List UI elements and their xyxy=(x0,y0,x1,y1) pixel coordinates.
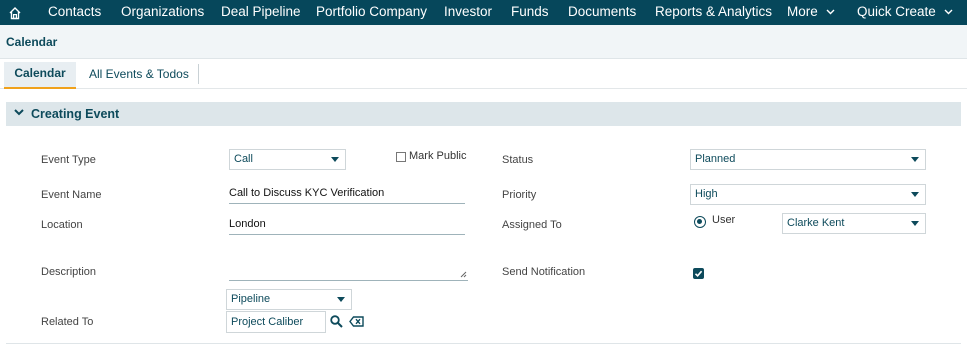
nav-investor[interactable]: Investor xyxy=(444,4,492,19)
send-notification-label: Send Notification xyxy=(502,266,586,278)
caret-down-icon xyxy=(911,221,919,226)
chevron-down-icon xyxy=(944,9,953,15)
caret-down-icon xyxy=(911,192,919,197)
nav-portfolio-company[interactable]: Portfolio Company xyxy=(316,4,427,19)
priority-value: High xyxy=(695,188,718,200)
nav-contacts[interactable]: Contacts xyxy=(48,4,101,19)
caret-down-icon xyxy=(911,157,919,162)
related-module-value: Pipeline xyxy=(231,293,271,305)
clear-icon[interactable] xyxy=(349,316,364,327)
chevron-down-icon xyxy=(14,109,24,116)
event-name-label: Event Name xyxy=(41,189,102,201)
description-label: Description xyxy=(41,266,97,278)
tab-all-events-todos[interactable]: All Events & Todos xyxy=(89,67,189,81)
search-icon[interactable] xyxy=(330,315,343,328)
assigned-user-value: Clarke Kent xyxy=(787,217,845,229)
assigned-user-select[interactable]: Clarke Kent xyxy=(782,213,926,234)
priority-label: Priority xyxy=(502,189,537,201)
nav-documents[interactable]: Documents xyxy=(568,4,636,19)
location-label: Location xyxy=(41,219,83,231)
user-radio-label: User xyxy=(712,214,736,226)
nav-quick-create[interactable]: Quick Create xyxy=(857,4,953,19)
chevron-down-icon xyxy=(826,9,835,15)
status-select[interactable]: Planned xyxy=(690,149,926,170)
event-type-select[interactable]: Call xyxy=(229,149,346,170)
user-radio[interactable] xyxy=(694,216,706,228)
nav-more[interactable]: More xyxy=(787,4,835,19)
priority-select[interactable]: High xyxy=(690,184,926,205)
tab-calendar[interactable]: Calendar xyxy=(4,62,76,89)
related-to-label: Related To xyxy=(41,316,94,328)
top-nav: Contacts Organizations Deal Pipeline Por… xyxy=(0,0,967,25)
tab-bar: Calendar All Events & Todos xyxy=(0,59,967,89)
mark-public-label: Mark Public xyxy=(409,150,467,162)
mark-public-checkbox[interactable] xyxy=(396,152,406,162)
home-icon xyxy=(9,6,21,19)
status-label: Status xyxy=(502,154,534,166)
nav-organizations[interactable]: Organizations xyxy=(121,4,204,19)
event-type-value: Call xyxy=(234,153,253,165)
event-name-input[interactable]: Call to Discuss KYC Verification xyxy=(229,184,465,204)
status-value: Planned xyxy=(695,153,736,165)
form-bottom-divider xyxy=(6,343,961,344)
module-bar: Calendar xyxy=(0,25,967,59)
caret-down-icon xyxy=(337,297,345,302)
home-button[interactable] xyxy=(0,0,30,25)
caret-down-icon xyxy=(331,157,339,162)
related-record-field[interactable]: Project Caliber xyxy=(226,311,326,333)
nav-deal-pipeline[interactable]: Deal Pipeline xyxy=(221,4,301,19)
send-notification-checkbox[interactable] xyxy=(693,268,704,279)
nav-funds[interactable]: Funds xyxy=(511,4,549,19)
location-input[interactable]: London xyxy=(229,215,465,235)
event-type-label: Event Type xyxy=(41,154,96,166)
nav-quick-create-label: Quick Create xyxy=(857,4,936,19)
assigned-to-label: Assigned To xyxy=(502,219,562,231)
related-module-select[interactable]: Pipeline xyxy=(226,289,352,310)
description-textarea[interactable] xyxy=(229,263,468,281)
nav-more-label: More xyxy=(787,4,818,19)
tab-divider xyxy=(198,64,199,84)
section-header[interactable]: Creating Event xyxy=(6,102,961,126)
nav-reports-analytics[interactable]: Reports & Analytics xyxy=(655,4,772,19)
section-title: Creating Event xyxy=(31,107,120,121)
page-title: Calendar xyxy=(6,35,58,49)
resize-grip-icon[interactable] xyxy=(460,271,467,278)
checkmark-icon xyxy=(694,270,703,277)
